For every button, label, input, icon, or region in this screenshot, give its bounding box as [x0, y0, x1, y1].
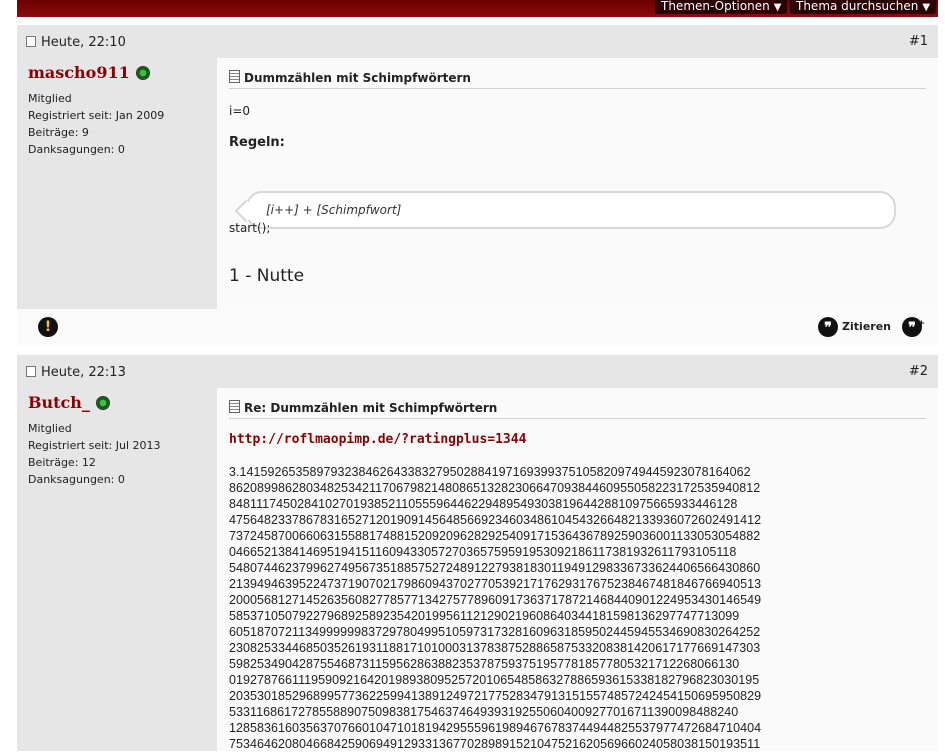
- pi-digits-line: 4756482337867831652712019091456485669234…: [229, 513, 762, 527]
- pi-digits-line: 8620899862803482534211706798214808651328…: [229, 481, 761, 495]
- search-thread-button[interactable]: Thema durchsuchen ▼: [790, 0, 937, 14]
- external-link[interactable]: http://roflmaopimp.de/?ratingplus=1344: [229, 432, 526, 447]
- post-title: Dummzählen mit Schimpfwörtern: [229, 70, 926, 89]
- post-number-link[interactable]: #2: [909, 364, 928, 379]
- user-post-count: Beiträge: 12: [28, 456, 96, 469]
- plus-icon: +: [917, 319, 925, 329]
- post-title-text: Re: Dummzählen mit Schimpfwörtern: [244, 401, 498, 415]
- pi-digits-line: 2035301852968995773622599413891249721775…: [229, 689, 762, 703]
- post-text-start: start();: [229, 221, 271, 235]
- username-link[interactable]: mascho911: [28, 63, 150, 82]
- rules-heading: Regeln:: [229, 135, 285, 150]
- pi-digits-line: 0192787661119590921642019893809525720106…: [229, 673, 760, 687]
- post-footer: ! ❞ Zitieren ❞ +: [17, 309, 938, 345]
- user-details: Mitglied Registriert seit: Jan 2009 Beit…: [28, 90, 164, 158]
- post-content: Re: Dummzählen mit Schimpfwörtern http:/…: [217, 388, 938, 751]
- user-rank: Mitglied: [28, 422, 72, 435]
- user-rank: Mitglied: [28, 92, 72, 105]
- online-status-icon: [135, 66, 150, 80]
- quote-icon: ❞: [818, 317, 839, 337]
- username-text: mascho911: [28, 63, 130, 82]
- post-icon: [229, 70, 240, 83]
- pi-digits-line: 5480744623799627495673518857527248912279…: [229, 561, 761, 575]
- user-details: Mitglied Registriert seit: Jul 2013 Beit…: [28, 420, 161, 488]
- quote-button[interactable]: ❞ Zitieren: [818, 317, 891, 337]
- pi-digits-line: 2139494639522473719070217986094370277053…: [229, 577, 762, 591]
- pi-digits-line: 3.14159265358979323846264338327950288419…: [229, 465, 751, 479]
- post-date-text: Heute, 22:13: [41, 365, 126, 380]
- quote-text: [i++] + [Schimpfwort]: [266, 203, 402, 217]
- user-thanks-count: Danksagungen: 0: [28, 143, 125, 156]
- username-link[interactable]: Butch_: [28, 393, 110, 412]
- post-icon: [229, 400, 240, 413]
- caret-down-icon: ▼: [922, 2, 931, 13]
- report-post-icon[interactable]: !: [38, 317, 58, 337]
- user-post-count: Beiträge: 9: [28, 126, 89, 139]
- quote-box: [i++] + [Schimpfwort]: [246, 191, 896, 229]
- quote-button-label: Zitieren: [842, 320, 891, 333]
- pi-digits-line: 6051870721134999999837297804995105973173…: [229, 625, 761, 639]
- thread-options-label: Themen-Optionen: [661, 0, 770, 13]
- caret-down-icon: ▼: [773, 2, 782, 13]
- post-text-line: i=0: [229, 104, 251, 118]
- pi-digits-line: 2308253344685035261931188171010003137838…: [229, 641, 761, 655]
- user-info-column: mascho911 Mitglied Registriert seit: Jan…: [17, 58, 217, 309]
- post-number-link[interactable]: #1: [909, 34, 928, 49]
- pi-digits-line: 5982534904287554687311595628638823537875…: [229, 657, 740, 671]
- search-thread-label: Thema durchsuchen: [796, 0, 919, 13]
- pi-digits-line: 8481117450284102701938521105559644622948…: [229, 497, 738, 511]
- multi-quote-icon[interactable]: ❞ +: [902, 317, 925, 337]
- user-join-date: Registriert seit: Jan 2009: [28, 109, 165, 122]
- username-text: Butch_: [28, 393, 90, 412]
- pi-digits-line: 5331168617278558890750983817546374649393…: [229, 705, 739, 719]
- pi-digits-line: 0466521384146951941511609433057270365759…: [229, 545, 737, 559]
- document-icon: [26, 36, 36, 47]
- top-toolbar: Themen-Optionen ▼ Thema durchsuchen ▼: [17, 0, 938, 17]
- pi-digits-line: 7534646208046684259069491293313677028989…: [229, 737, 761, 751]
- pi-digits-line: 7372458700660631558817488152092096282925…: [229, 529, 761, 543]
- user-thanks-count: Danksagungen: 0: [28, 473, 125, 486]
- pi-digits-line: 2000568127145263560827785771342757789609…: [229, 593, 762, 607]
- post-date: Heute, 22:13: [26, 365, 126, 380]
- post-title: Re: Dummzählen mit Schimpfwörtern: [229, 400, 926, 419]
- document-icon: [26, 366, 36, 377]
- post-date-text: Heute, 22:10: [41, 35, 126, 50]
- thread-options-button[interactable]: Themen-Optionen ▼: [655, 0, 788, 14]
- pi-digits-line: 1285836160356370766010471018194295559619…: [229, 721, 762, 735]
- post-content: Dummzählen mit Schimpfwörtern i=0 Regeln…: [217, 58, 938, 309]
- user-info-column: Butch_ Mitglied Registriert seit: Jul 20…: [17, 388, 217, 751]
- post-header: Heute, 22:13 #2: [17, 354, 938, 388]
- post-text-large: 1 - Nutte: [229, 266, 305, 286]
- pi-digits-line: 5853710507922796892589235420199561121290…: [229, 609, 740, 623]
- post-header: Heute, 22:10 #1: [17, 24, 938, 58]
- online-status-icon: [95, 396, 110, 410]
- post-title-text: Dummzählen mit Schimpfwörtern: [244, 71, 471, 85]
- post-date: Heute, 22:10: [26, 35, 126, 50]
- user-join-date: Registriert seit: Jul 2013: [28, 439, 161, 452]
- pi-digits-block: 3.14159265358979323846264338327950288419…: [229, 464, 761, 752]
